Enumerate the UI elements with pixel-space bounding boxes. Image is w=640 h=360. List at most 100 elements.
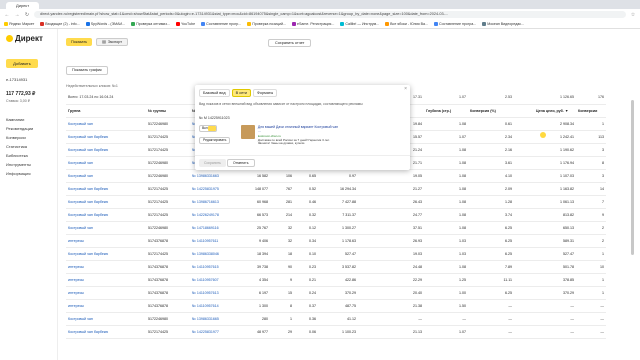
table-cell[interactable]: Костровый чан барбекю bbox=[66, 182, 146, 196]
show-button[interactable]: Показать bbox=[66, 38, 93, 46]
table-cell: 527.47 bbox=[534, 247, 576, 261]
sidebar-menu-item[interactable]: Рекомендации bbox=[6, 126, 33, 131]
sidebar-menu-item[interactable]: Кампании bbox=[6, 117, 33, 122]
table-cell: 6 197 bbox=[240, 286, 270, 300]
bookmark-item[interactable]: Мокеап Видеоредак... bbox=[482, 22, 524, 26]
table-cell[interactable]: Костровый чан барбекю bbox=[66, 143, 146, 157]
table-cell[interactable]: № 14225831975 bbox=[190, 182, 240, 196]
table-cell: 26.93 bbox=[372, 234, 424, 248]
bookmark-item[interactable]: Составление програ... bbox=[434, 22, 476, 26]
star-icon[interactable]: ☆ bbox=[630, 12, 636, 18]
table-cell[interactable]: № 14110957607 bbox=[190, 273, 240, 287]
table-cell[interactable]: Костровый чан bbox=[66, 221, 146, 235]
table-cell: 0.06 bbox=[294, 325, 318, 339]
table-cell[interactable]: Костровый чан bbox=[66, 156, 146, 170]
modal-tab[interactable]: Базовый вид bbox=[199, 89, 230, 97]
table-cell[interactable]: № 13986716613 bbox=[190, 195, 240, 209]
sidebar-menu-item[interactable]: Информация bbox=[6, 171, 33, 176]
column-header[interactable]: Конверсии bbox=[576, 104, 606, 118]
bookmark-item[interactable]: SpyWords - (ЭМАИ... bbox=[85, 22, 126, 26]
table-cell[interactable]: интересы bbox=[66, 299, 146, 313]
bookmark-item[interactable]: Callibri — Инструм... bbox=[340, 22, 379, 26]
ad-title[interactable]: Для вашей Дачи отличный вариант Костровы… bbox=[258, 125, 341, 133]
table-cell[interactable]: № 14110957614 bbox=[190, 299, 240, 313]
table-cell[interactable]: Костровый чан барбекю bbox=[66, 130, 146, 144]
table-cell[interactable]: № 13986338046 bbox=[190, 247, 240, 261]
browser-tab[interactable]: Директ bbox=[6, 2, 40, 9]
sidebar-menu-item[interactable]: Конверсии bbox=[6, 135, 33, 140]
table-cell[interactable]: № 14110957615 bbox=[190, 260, 240, 274]
table-cell[interactable]: № 14110957611 bbox=[190, 234, 240, 248]
bookmark-item[interactable]: Составление прогр... bbox=[201, 22, 241, 26]
back-icon[interactable]: ← bbox=[4, 12, 10, 18]
table-cell[interactable]: Костровый чан барбекю bbox=[66, 325, 146, 339]
sidebar-menu-item[interactable]: Инструменты bbox=[6, 162, 33, 167]
table-cell: 1 300 bbox=[240, 299, 270, 313]
bookmark-item[interactable]: Проверка оптимиз... bbox=[131, 22, 170, 26]
table-cell: 3 537.82 bbox=[318, 260, 358, 274]
bookmark-item[interactable]: Яндекс Маркет bbox=[4, 22, 34, 26]
edit-button[interactable]: Редактировать bbox=[199, 137, 231, 144]
table-cell[interactable]: Костровый чан барбекю bbox=[66, 195, 146, 209]
table-cell: 5172246980 bbox=[146, 117, 190, 131]
close-icon[interactable]: × bbox=[404, 86, 407, 92]
logo[interactable]: Директ bbox=[6, 34, 43, 43]
table-cell[interactable]: Костровый чан bbox=[66, 312, 146, 326]
column-header[interactable] bbox=[514, 104, 534, 118]
table-cell[interactable]: Костровый чан барбекю bbox=[66, 208, 146, 222]
bookmark-favicon-icon bbox=[4, 22, 8, 26]
url-field[interactable]: direct.yandex.ru/registered/main.pl?show… bbox=[34, 11, 626, 18]
table-cell[interactable]: интересы bbox=[66, 260, 146, 274]
table-cell: 2.09 bbox=[468, 182, 514, 196]
column-header[interactable]: Группа bbox=[66, 104, 146, 118]
modal-save-button[interactable]: Сохранить bbox=[199, 159, 226, 167]
table-cell: 2.16 bbox=[468, 143, 514, 157]
modal-tab[interactable]: В сети bbox=[231, 89, 251, 97]
save-report-button[interactable]: Сохранить отчет bbox=[268, 39, 312, 47]
ad-toggle[interactable]: Вкл bbox=[199, 125, 217, 132]
bookmark-item[interactable]: YouTube bbox=[175, 22, 195, 26]
table-cell[interactable]: № 14225831977 bbox=[190, 325, 240, 339]
table-cell[interactable]: интересы bbox=[66, 286, 146, 300]
table-cell[interactable]: интересы bbox=[66, 273, 146, 287]
table-cell bbox=[514, 182, 534, 196]
show-chart-button[interactable]: Показать график bbox=[66, 66, 108, 75]
modal-cancel-button[interactable]: Отменить bbox=[227, 159, 255, 167]
bookmark-item[interactable]: eSame. Регистрация... bbox=[291, 22, 334, 26]
table-cell: 1 178.63 bbox=[318, 234, 358, 248]
table-cell: 176 bbox=[576, 91, 606, 105]
forward-icon[interactable]: → bbox=[14, 12, 20, 18]
table-cell: 1.03 bbox=[424, 234, 468, 248]
table-row: Костровый чан 5172246980 № 14718669116 25 7… bbox=[66, 221, 606, 235]
table-cell: 370.29 bbox=[318, 286, 358, 300]
table-cell[interactable]: Костровый чан bbox=[66, 117, 146, 131]
bookmarks-bar: Яндекс Маркет Входящие (2) - info... SpyWo… bbox=[0, 20, 640, 29]
table-cell: 9 bbox=[576, 208, 606, 222]
column-header[interactable]: Цена цели, руб. ▼ bbox=[534, 104, 576, 118]
modal-tab[interactable]: Форматы bbox=[253, 89, 278, 97]
sidebar-menu-item[interactable]: Статистика bbox=[6, 144, 33, 149]
bookmark-item[interactable]: Входящие (2) - info... bbox=[40, 22, 80, 26]
table-cell[interactable]: № 13986331665 bbox=[190, 312, 240, 326]
table-cell[interactable]: № 14718669116 bbox=[190, 221, 240, 235]
vertical-scrollbar[interactable] bbox=[631, 100, 634, 255]
bookmark-item[interactable]: Проверка позиций... bbox=[247, 22, 286, 26]
add-button[interactable]: Добавить bbox=[6, 59, 38, 68]
table-cell[interactable]: Костровый чан барбекю bbox=[66, 247, 146, 261]
table-cell[interactable]: интересы bbox=[66, 234, 146, 248]
export-button[interactable]: ▤ Экспорт bbox=[96, 38, 129, 46]
table-cell[interactable]: № 13986331663 bbox=[190, 169, 240, 183]
table-cell bbox=[358, 208, 372, 222]
column-header[interactable]: № группы bbox=[146, 104, 190, 118]
column-header[interactable]: Конверсия (%) bbox=[468, 104, 514, 118]
column-header[interactable]: Глубина (стр.) bbox=[424, 104, 468, 118]
bookmark-label: SpyWords - (ЭМАИ... bbox=[90, 22, 126, 26]
table-cell[interactable]: № 14110957613 bbox=[190, 286, 240, 300]
table-cell[interactable]: Костровый чан bbox=[66, 169, 146, 183]
table-cell[interactable]: № 14226249178 bbox=[190, 208, 240, 222]
sidebar-menu-item[interactable]: Библиотека bbox=[6, 153, 33, 158]
bookmark-item[interactable]: Все ябоки - Юлия Ва... bbox=[385, 22, 428, 26]
reload-icon[interactable]: ↻ bbox=[24, 12, 30, 18]
table-cell: 214 bbox=[270, 208, 294, 222]
account-login[interactable]: e-17314931 bbox=[6, 77, 27, 82]
